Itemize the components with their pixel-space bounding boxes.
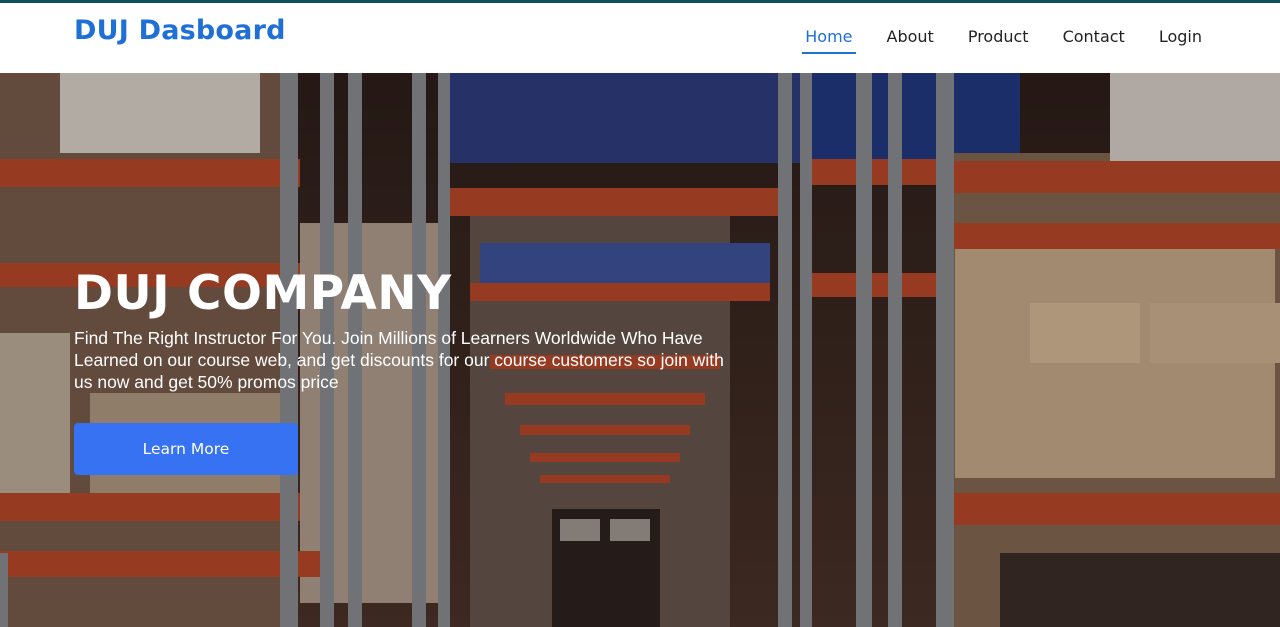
brand-logo[interactable]: DUJ Dasboard [74,15,286,46]
navbar: DUJ Dasboard Home About Product Contact … [0,3,1280,73]
nav-link-product[interactable]: Product [968,27,1029,52]
nav-link-login[interactable]: Login [1159,27,1202,52]
hero-title: DUJ COMPANY [74,266,452,321]
nav-links: Home About Product Contact Login [771,27,1202,54]
nav-link-about[interactable]: About [887,27,934,52]
nav-link-home[interactable]: Home [802,27,856,54]
hero-description: Find The Right Instructor For You. Join … [74,328,724,392]
hero-section: DUJ COMPANY Find The Right Instructor Fo… [0,73,1280,627]
learn-more-button[interactable]: Learn More [74,423,298,475]
nav-link-contact[interactable]: Contact [1063,27,1125,52]
